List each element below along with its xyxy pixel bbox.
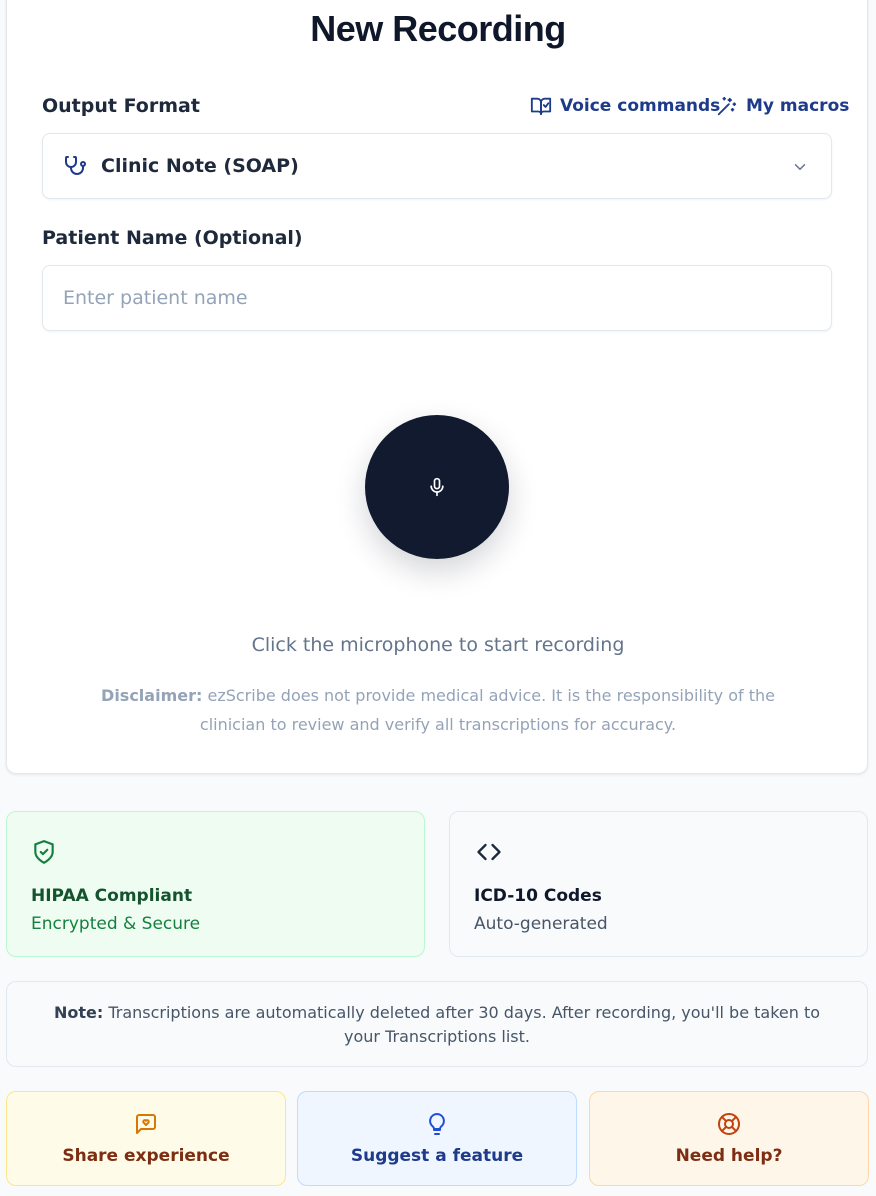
share-experience-label: Share experience: [62, 1145, 230, 1166]
book-check-icon: [530, 97, 552, 116]
voice-commands-label: Voice commands: [560, 96, 721, 116]
need-help-button[interactable]: Need help?: [589, 1091, 869, 1186]
feature-subtitle: Encrypted & Secure: [31, 914, 201, 934]
voice-commands-link[interactable]: Voice commands: [530, 95, 720, 117]
record-button[interactable]: [365, 415, 509, 559]
feature-title: ICD-10 Codes: [474, 886, 602, 906]
stethoscope-icon: [65, 156, 86, 175]
code-icon: [477, 843, 501, 861]
feature-title: HIPAA Compliant: [31, 886, 193, 906]
disclaimer-text: ezScribe does not provide medical advice…: [199, 686, 775, 734]
output-format-value: Clinic Note (SOAP): [101, 155, 299, 177]
life-buoy-icon: [718, 1112, 740, 1135]
magic-wand-icon: [717, 96, 737, 116]
my-macros-label: My macros: [746, 96, 850, 116]
chevron-down-icon: [794, 164, 806, 170]
output-format-label: Output Format: [42, 95, 200, 117]
disclaimer-label: Disclaimer:: [101, 686, 203, 705]
output-format-select[interactable]: Clinic Note (SOAP): [42, 133, 832, 199]
suggest-feature-button[interactable]: Suggest a feature: [297, 1091, 577, 1186]
lightbulb-icon: [429, 1112, 445, 1135]
disclaimer: Disclaimer: ezScribe does not provide me…: [90, 681, 786, 739]
retention-note: Note: Transcriptions are automatically d…: [6, 981, 868, 1067]
icd-feature-card: ICD-10 Codes Auto-generated: [449, 811, 868, 957]
note-text: Transcriptions are automatically deleted…: [103, 1003, 821, 1046]
feature-subtitle: Auto-generated: [474, 914, 608, 934]
my-macros-link[interactable]: My macros: [716, 95, 849, 117]
message-heart-icon: [136, 1113, 156, 1134]
hipaa-feature-card: HIPAA Compliant Encrypted & Secure: [6, 811, 425, 957]
note-label: Note:: [53, 1003, 104, 1022]
need-help-label: Need help?: [675, 1145, 783, 1166]
microphone-icon: [430, 477, 444, 497]
share-experience-button[interactable]: Share experience: [6, 1091, 286, 1186]
suggest-feature-label: Suggest a feature: [350, 1145, 524, 1166]
record-hint: Click the microphone to start recording: [251, 634, 625, 656]
shield-check-icon: [34, 840, 54, 864]
patient-name-input[interactable]: [42, 265, 832, 331]
patient-name-label: Patient Name (Optional): [42, 227, 303, 249]
page-title: New Recording: [310, 8, 566, 49]
